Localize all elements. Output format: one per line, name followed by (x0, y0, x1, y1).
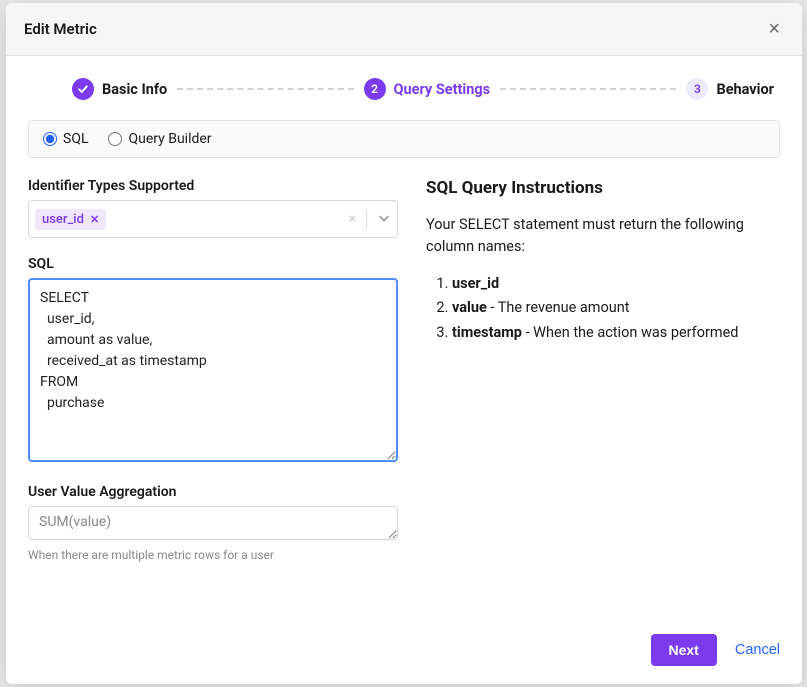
step-behavior[interactable]: 3 Behavior (686, 78, 774, 100)
sql-textarea[interactable] (28, 278, 398, 462)
identifier-types-group: Identifier Types Supported user_id ✕ × (28, 178, 398, 238)
list-item: timestamp - When the action was performe… (452, 322, 780, 344)
cancel-button[interactable]: Cancel (735, 642, 780, 658)
step-label: Behavior (716, 81, 774, 98)
sql-label: SQL (28, 256, 398, 272)
list-item: user_id (452, 273, 780, 295)
step-divider (177, 88, 353, 90)
close-button[interactable]: × (764, 17, 784, 41)
modal-header: Edit Metric × (6, 3, 802, 56)
clear-all-icon[interactable]: × (349, 211, 356, 227)
radio-builder[interactable] (108, 132, 122, 146)
step-divider (500, 88, 676, 90)
progress-stepper: Basic Info 2 Query Settings 3 Behavior (6, 56, 802, 120)
instructions-title: SQL Query Instructions (426, 178, 780, 198)
check-icon (72, 78, 94, 100)
step-label: Basic Info (102, 81, 167, 98)
identifier-tag: user_id ✕ (35, 209, 106, 230)
modal-body: SQL Query Builder Identifier Types Suppo… (6, 120, 802, 620)
instructions-list: user_id value - The revenue amount times… (426, 273, 780, 344)
identifier-types-input[interactable]: user_id ✕ × (28, 200, 398, 238)
radio-label: Query Builder (128, 131, 211, 147)
radio-label: SQL (63, 131, 88, 147)
step-basic-info[interactable]: Basic Info (72, 78, 167, 100)
edit-metric-modal: Edit Metric × Basic Info 2 Query Setting… (6, 3, 802, 684)
separator (366, 210, 367, 228)
step-label: Query Settings (394, 81, 491, 98)
aggregation-input[interactable] (28, 506, 398, 540)
instructions-lead: Your SELECT statement must return the fo… (426, 214, 780, 259)
aggregation-help-text: When there are multiple metric rows for … (28, 548, 398, 562)
radio-sql[interactable] (43, 132, 57, 146)
modal-footer: Next Cancel (6, 620, 802, 684)
chevron-down-icon[interactable] (377, 210, 391, 229)
step-number: 3 (686, 78, 708, 100)
mode-builder-radio[interactable]: Query Builder (108, 131, 211, 147)
step-query-settings[interactable]: 2 Query Settings (364, 78, 491, 100)
query-mode-selector: SQL Query Builder (28, 120, 780, 158)
aggregation-group: User Value Aggregation When there are mu… (28, 484, 398, 562)
tag-text: user_id (42, 212, 84, 227)
next-button[interactable]: Next (651, 634, 717, 666)
instructions-panel: SQL Query Instructions Your SELECT state… (426, 178, 780, 346)
modal-title: Edit Metric (24, 20, 97, 38)
remove-tag-icon[interactable]: ✕ (90, 214, 99, 225)
list-item: value - The revenue amount (452, 297, 780, 319)
identifier-types-label: Identifier Types Supported (28, 178, 398, 194)
aggregation-label: User Value Aggregation (28, 484, 398, 500)
step-number: 2 (364, 78, 386, 100)
mode-sql-radio[interactable]: SQL (43, 131, 88, 147)
sql-group: SQL (28, 256, 398, 466)
